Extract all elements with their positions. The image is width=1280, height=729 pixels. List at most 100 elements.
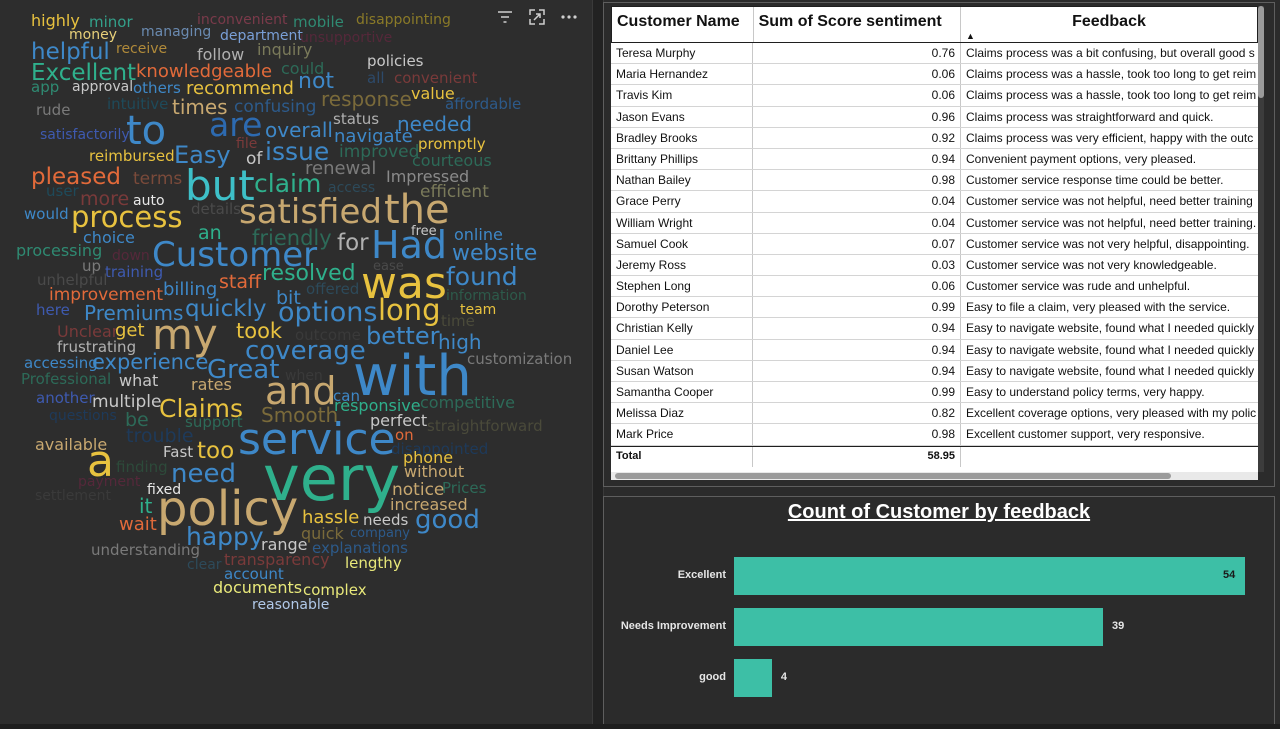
cell-score: 0.99 [753,297,961,318]
table-row[interactable]: Mark Price 0.98 Excellent customer support… [611,424,1258,446]
word-cloud-word: disappointing [356,12,451,28]
vertical-scrollbar[interactable] [1258,6,1264,472]
cell-name: Bradley Brooks [611,127,753,148]
table-row[interactable]: Bradley Brooks 0.92 Claims process was ver… [611,127,1258,149]
cell-feedback: Claims process was a bit confusing, but … [966,46,1255,60]
vertical-scrollbar-thumb[interactable] [1258,6,1264,98]
table-row[interactable]: Jeremy Ross 0.03 Customer service was not … [611,254,1258,277]
word-cloud-word: managing [141,24,212,40]
cell-name: Jeremy Ross [611,254,753,276]
table-row[interactable]: William Wright 0.04 Customer service was n… [611,212,1258,234]
word-cloud-word: questions [49,408,117,424]
cell-score: 0.04 [753,212,961,233]
table-row[interactable]: Samuel Cook 0.07 Customer service was not … [611,233,1258,255]
cell-name: William Wright [611,212,753,233]
word-cloud-word: status [333,110,380,128]
cell-feedback: Customer service was not helpful, need b… [966,194,1253,209]
column-header-customer-name[interactable]: Customer Name [612,7,754,42]
horizontal-scrollbar-thumb[interactable] [615,473,1171,479]
word-cloud-word: good [415,505,480,535]
word-cloud-word: complex [303,581,367,599]
cell-score: 0.07 [753,233,961,254]
table-row[interactable]: Jason Evans 0.96 Claims process was straig… [611,106,1258,128]
cell-name: Maria Hernandez [611,64,753,85]
word-cloud-word: user [46,182,79,200]
word-cloud-word: competitive [420,393,515,412]
table-row[interactable]: Travis Kim 0.06 Claims process was a hassl… [611,85,1258,107]
word-cloud-word: support [185,413,243,431]
sort-ascending-icon[interactable]: ▲ [966,31,975,41]
cell-feedback: Excellent coverage options, very pleased… [966,406,1257,421]
table-row[interactable]: Brittany Phillips 0.94 Convenient payment … [611,148,1258,171]
word-cloud-word: straightforward [427,417,543,435]
word-cloud-word: promptly [418,135,486,153]
word-cloud-word: without [404,462,465,481]
table-row[interactable]: Grace Perry 0.04 Customer service was not … [611,191,1258,213]
cell-score: 0.94 [753,148,961,170]
column-header-feedback[interactable]: Feedback ▲ [961,7,1257,42]
bar[interactable] [734,659,772,697]
bar-value-label: 4 [780,671,787,683]
cell-feedback: Easy to understand policy terms, very ha… [966,385,1205,399]
word-cloud-word: policies [367,52,424,70]
word-cloud-word: satisfactorily [40,127,130,143]
cell-name: Daniel Lee [611,339,753,360]
word-cloud-word: rates [191,375,232,394]
table-row[interactable]: Teresa Murphy 0.76 Claims process was a bi… [611,43,1258,65]
cell-name: Mark Price [611,424,753,445]
cell-score: 0.04 [753,191,961,212]
bar-category-label: Excellent [677,569,726,581]
word-cloud-panel: highly minor inconvenient mobile disappointi… [0,0,592,729]
total-score: 58.95 [753,446,961,467]
table-row[interactable]: Susan Watson 0.94 Easy to navigate website… [611,360,1258,382]
word-cloud-word: renewal [305,158,377,179]
table-row[interactable]: Daniel Lee 0.94 Easy to navigate website, … [611,339,1258,361]
word-cloud-word: what [119,371,159,390]
more-options-icon[interactable] [560,8,578,26]
cell-score: 0.82 [753,403,961,424]
table-row[interactable]: Maria Hernandez 0.06 Claims process was a … [611,64,1258,86]
cell-feedback: Easy to navigate website, found what I n… [966,342,1255,357]
cell-score: 0.99 [753,382,961,403]
bar-category-label: Needs Improvement [620,620,726,632]
cell-feedback: Easy to file a claim, very pleased with … [966,300,1231,315]
cell-feedback: Convenient payment options, very pleased… [966,151,1197,166]
cell-name: Samantha Cooper [611,382,753,403]
word-cloud-word: others [133,79,181,97]
word-cloud-word: finding [116,458,168,476]
table-row[interactable]: Christian Kelly 0.94 Easy to navigate webs… [611,318,1258,340]
table-row[interactable]: Samantha Cooper 0.99 Easy to understand po… [611,382,1258,404]
word-cloud-word: details [191,200,241,218]
table-row[interactable]: Nathan Bailey 0.98 Customer service respon… [611,170,1258,192]
word-cloud-word: clear [187,557,222,573]
bar[interactable] [734,608,1104,646]
total-label: Total [611,446,753,467]
cell-name: Nathan Bailey [611,170,753,191]
word-cloud-word: here [36,301,70,319]
word-cloud-word: long [378,293,441,327]
word-cloud-word: app [31,78,60,96]
word-cloud-word: documents [213,578,303,597]
word-cloud-word: for [337,230,369,256]
cell-name: Teresa Murphy [611,43,753,64]
word-cloud-word: payment [78,474,141,490]
word-cloud-word: response [321,87,412,111]
bar[interactable] [734,557,1245,595]
column-header-score-sentiment[interactable]: Sum of Score sentiment [754,7,961,42]
table-row[interactable]: Stephen Long 0.06 Customer service was rud… [611,276,1258,298]
cell-feedback: Customer service response time could be … [966,173,1224,188]
table-row[interactable]: Melissa Diaz 0.82 Excellent coverage optio… [611,403,1258,425]
focus-mode-icon[interactable] [528,8,546,26]
cell-score: 0.76 [753,43,961,64]
table-row[interactable]: Dorothy Peterson 0.99 Easy to file a claim… [611,297,1258,319]
table-body: Teresa Murphy 0.76 Claims process was a bi… [611,43,1258,446]
word-cloud-word: rude [36,101,71,119]
horizontal-scrollbar[interactable] [611,472,1258,480]
word-cloud-word: unsupportive [300,30,393,46]
word-cloud-word: terms [133,169,183,189]
word-cloud-word: information [446,288,527,304]
filter-icon[interactable] [496,8,514,26]
bar-chart-panel: Count of Customer by feedback Excellent 5… [603,496,1275,726]
cell-feedback: Claims process was very efficient, happy… [966,130,1254,145]
word-cloud-word: lengthy [345,554,402,572]
